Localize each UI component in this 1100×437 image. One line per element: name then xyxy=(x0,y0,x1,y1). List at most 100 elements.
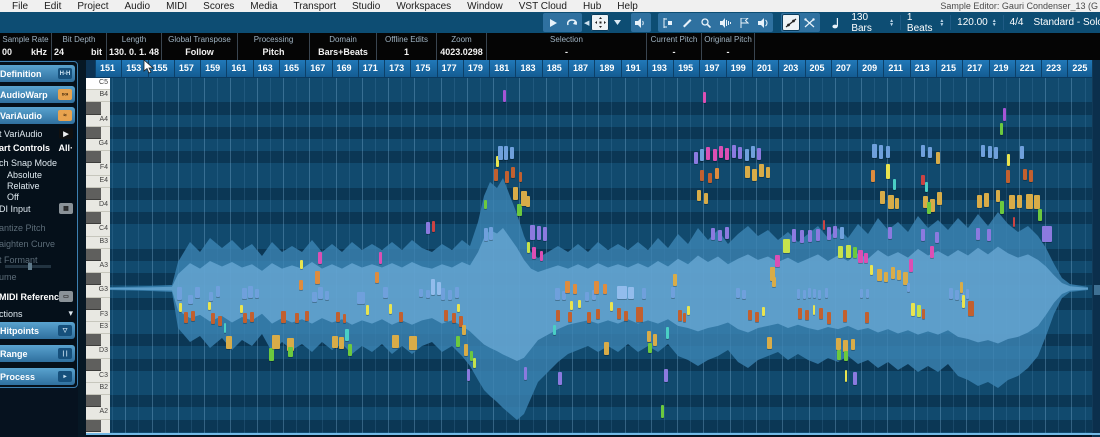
pitch-segment[interactable] xyxy=(555,288,560,300)
pitch-segment[interactable] xyxy=(687,306,690,315)
piano-keyboard[interactable]: C5B4A4G4F4E4D4C4B3A3G3F3E3D3C3B2A2G2 xyxy=(86,78,110,433)
sidebar-item-audiowarp[interactable]: AudioWarp»» xyxy=(0,86,75,103)
pitch-segment[interactable] xyxy=(464,344,468,356)
piano-key-e3[interactable]: E3 xyxy=(86,322,110,334)
pitch-segment[interactable] xyxy=(664,369,668,382)
pitch-segment[interactable] xyxy=(897,270,901,280)
pitch-segment[interactable] xyxy=(556,310,560,321)
piano-key-b4[interactable]: B4 xyxy=(86,90,110,102)
menu-item-studio[interactable]: Studio xyxy=(344,1,388,12)
pitch-segment[interactable] xyxy=(345,329,349,341)
pitch-segment[interactable] xyxy=(886,146,890,158)
quantize-field[interactable]: 1 Beats ▲▼ xyxy=(903,13,948,32)
piano-key-c5[interactable]: C5 xyxy=(86,78,110,90)
ruler-bar-169[interactable]: 169 xyxy=(332,60,358,78)
pitch-segment[interactable] xyxy=(409,336,417,350)
pitch-segment[interactable] xyxy=(1020,146,1024,159)
pitch-segment[interactable] xyxy=(718,230,722,241)
pitch-segment[interactable] xyxy=(813,305,815,315)
pitch-segment[interactable] xyxy=(642,288,646,299)
menu-item-vst-cloud[interactable]: VST Cloud xyxy=(511,1,575,12)
pitch-segment[interactable] xyxy=(379,252,382,264)
pitch-segment[interactable] xyxy=(725,227,729,239)
pitch-segment[interactable] xyxy=(823,220,825,230)
menu-item-hub[interactable]: Hub xyxy=(575,1,609,12)
pitch-segment[interactable] xyxy=(375,272,379,283)
pitch-segment[interactable] xyxy=(813,289,816,298)
pitch-segment[interactable] xyxy=(325,291,329,300)
pitch-segment[interactable] xyxy=(383,287,388,298)
ruler-bar-161[interactable]: 161 xyxy=(226,60,252,78)
ruler-bar-197[interactable]: 197 xyxy=(699,60,725,78)
pitch-segment[interactable] xyxy=(949,288,953,299)
pitch-segment[interactable] xyxy=(803,290,806,299)
pitch-segment[interactable] xyxy=(432,221,435,232)
ruler-bar-217[interactable]: 217 xyxy=(962,60,988,78)
pitch-segment[interactable] xyxy=(543,227,547,241)
pitch-segment[interactable] xyxy=(853,372,857,385)
pitch-segment[interactable] xyxy=(858,250,863,263)
pitch-segment[interactable] xyxy=(188,295,193,304)
ruler-bar-151[interactable]: 151 xyxy=(95,60,121,78)
piano-key-fs4[interactable] xyxy=(86,151,101,163)
pitch-segment[interactable] xyxy=(673,274,677,286)
ruler-bar-159[interactable]: 159 xyxy=(200,60,226,78)
pitch-segment[interactable] xyxy=(977,195,982,208)
pitch-segment[interactable] xyxy=(893,179,896,190)
ruler-bar-193[interactable]: 193 xyxy=(647,60,673,78)
pitch-segment[interactable] xyxy=(960,282,963,293)
menu-item-help[interactable]: Help xyxy=(609,1,646,12)
pitch-segment[interactable] xyxy=(484,228,488,241)
ruler-bar-191[interactable]: 191 xyxy=(621,60,647,78)
pitch-segment[interactable] xyxy=(853,247,857,258)
pitch-segment[interactable] xyxy=(209,292,213,301)
pitch-segment[interactable] xyxy=(909,259,913,272)
pitch-segment[interactable] xyxy=(184,312,188,323)
pitch-segment[interactable] xyxy=(819,308,823,319)
pitch-segment[interactable] xyxy=(732,145,736,158)
pitch-segment[interactable] xyxy=(1000,123,1003,135)
pitch-segment[interactable] xyxy=(762,307,765,316)
pitch-segment[interactable] xyxy=(452,313,456,323)
pitch-segment[interactable] xyxy=(503,90,506,102)
ruler-bar-215[interactable]: 215 xyxy=(936,60,962,78)
pitch-segment[interactable] xyxy=(494,169,498,181)
pitch-segment[interactable] xyxy=(628,287,634,299)
pitch-segment[interactable] xyxy=(336,312,340,322)
mode-select[interactable]: Standard - Solo ▼ xyxy=(1029,13,1100,32)
sidebar-item-process-icon[interactable]: ▸ xyxy=(58,371,72,382)
pitch-segment[interactable] xyxy=(704,193,708,204)
pitch-segment[interactable] xyxy=(648,343,652,353)
sidebar-item-definition-icon[interactable]: H-H xyxy=(58,68,72,79)
pitch-segment[interactable] xyxy=(845,370,847,382)
pitch-segment[interactable] xyxy=(456,336,460,347)
grid-type-field[interactable]: 130 Bars ▲▼ xyxy=(847,13,898,32)
pitch-segment[interactable] xyxy=(318,252,322,264)
pitch-segment[interactable] xyxy=(711,228,715,240)
ruler-bar-163[interactable]: 163 xyxy=(253,60,279,78)
pitch-segment[interactable] xyxy=(772,277,776,287)
menu-item-project[interactable]: Project xyxy=(69,1,116,12)
pitch-segment[interactable] xyxy=(603,284,607,294)
pitch-segment[interactable] xyxy=(224,323,226,333)
pitch-segment[interactable] xyxy=(877,269,882,281)
pitch-segment[interactable] xyxy=(596,309,600,319)
pitch-segment[interactable] xyxy=(1023,169,1027,180)
pitch-segment[interactable] xyxy=(526,196,530,207)
menu-item-workspaces[interactable]: Workspaces xyxy=(388,1,459,12)
pitch-segment[interactable] xyxy=(216,286,220,297)
pitch-segment[interactable] xyxy=(510,147,514,159)
pitch-segment[interactable] xyxy=(498,146,503,160)
pitch-segment[interactable] xyxy=(604,342,609,355)
pitch-segment[interactable] xyxy=(565,281,570,293)
sidebar-item-audiowarp-icon[interactable]: »» xyxy=(58,89,72,100)
pitch-segment[interactable] xyxy=(1006,170,1010,183)
pitch-segment[interactable] xyxy=(179,303,182,312)
pitch-segment[interactable] xyxy=(866,289,869,298)
pitch-segment[interactable] xyxy=(895,198,899,209)
sidebar-item-variaudio-icon[interactable]: ≈ xyxy=(58,110,72,121)
pitch-segment[interactable] xyxy=(891,267,895,279)
pitch-segment[interactable] xyxy=(872,144,877,158)
pitch-segment[interactable] xyxy=(392,335,399,348)
ruler-bar-189[interactable]: 189 xyxy=(594,60,620,78)
